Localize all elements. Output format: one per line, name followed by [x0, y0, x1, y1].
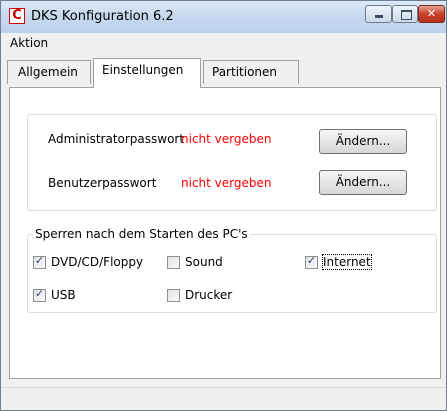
maximize-icon	[401, 10, 412, 20]
usb-checkbox[interactable]: ✓	[33, 287, 46, 302]
change-admin-password-button[interactable]: Ändern...	[319, 129, 407, 154]
checkmark-icon: ✓	[34, 287, 45, 300]
admin-password-label: Administratorpasswort	[48, 132, 185, 146]
minimize-icon	[375, 15, 383, 18]
close-button[interactable]: ✕	[418, 5, 445, 23]
checkmark-icon: ✓	[306, 254, 317, 267]
lock-options-title: Sperren nach dem Starten des PC's	[33, 227, 250, 241]
title-bar[interactable]: C DKS Konfiguration 6.2 ✕	[1, 1, 446, 33]
menu-bar: Aktion	[1, 33, 446, 53]
menu-aktion[interactable]: Aktion	[10, 36, 48, 50]
dvd-cd-floppy-checkbox[interactable]: ✓	[33, 254, 46, 269]
internet-checkbox[interactable]: ✓	[305, 254, 318, 269]
tab-partitionen-label: Partitionen	[212, 65, 277, 79]
usb-label[interactable]: USB	[51, 288, 76, 302]
status-bar	[1, 387, 446, 410]
drucker-checkbox[interactable]	[167, 289, 180, 302]
tab-einstellungen-label: Einstellungen	[102, 63, 184, 77]
tab-strip: Allgemein Einstellungen Partitionen	[1, 53, 446, 88]
app-icon: C	[9, 8, 25, 24]
user-password-status: nicht vergeben	[181, 176, 272, 190]
sound-label[interactable]: Sound	[185, 255, 223, 269]
tab-allgemein-label: Allgemein	[18, 65, 78, 79]
dvd-cd-floppy-label[interactable]: DVD/CD/Floppy	[51, 255, 143, 269]
tab-allgemein[interactable]: Allgemein	[7, 60, 91, 84]
checkmark-icon: ✓	[34, 254, 45, 267]
minimize-button[interactable]	[365, 5, 392, 23]
admin-password-status: nicht vergeben	[181, 132, 272, 146]
maximize-button[interactable]	[392, 5, 418, 23]
sound-checkbox[interactable]	[167, 256, 180, 269]
menu-aktion-label: Aktion	[10, 36, 49, 50]
user-password-label: Benutzerpasswort	[48, 176, 157, 190]
internet-label[interactable]: Internet	[322, 254, 372, 270]
window-title: DKS Konfiguration 6.2	[31, 9, 174, 24]
close-icon: ✕	[426, 7, 437, 20]
app-window: C DKS Konfiguration 6.2 ✕ Aktion Allgeme…	[0, 0, 447, 411]
tab-partitionen[interactable]: Partitionen	[203, 60, 299, 84]
change-user-password-button[interactable]: Ändern...	[319, 170, 407, 195]
tab-einstellungen[interactable]: Einstellungen	[93, 58, 201, 88]
drucker-label[interactable]: Drucker	[185, 288, 232, 302]
